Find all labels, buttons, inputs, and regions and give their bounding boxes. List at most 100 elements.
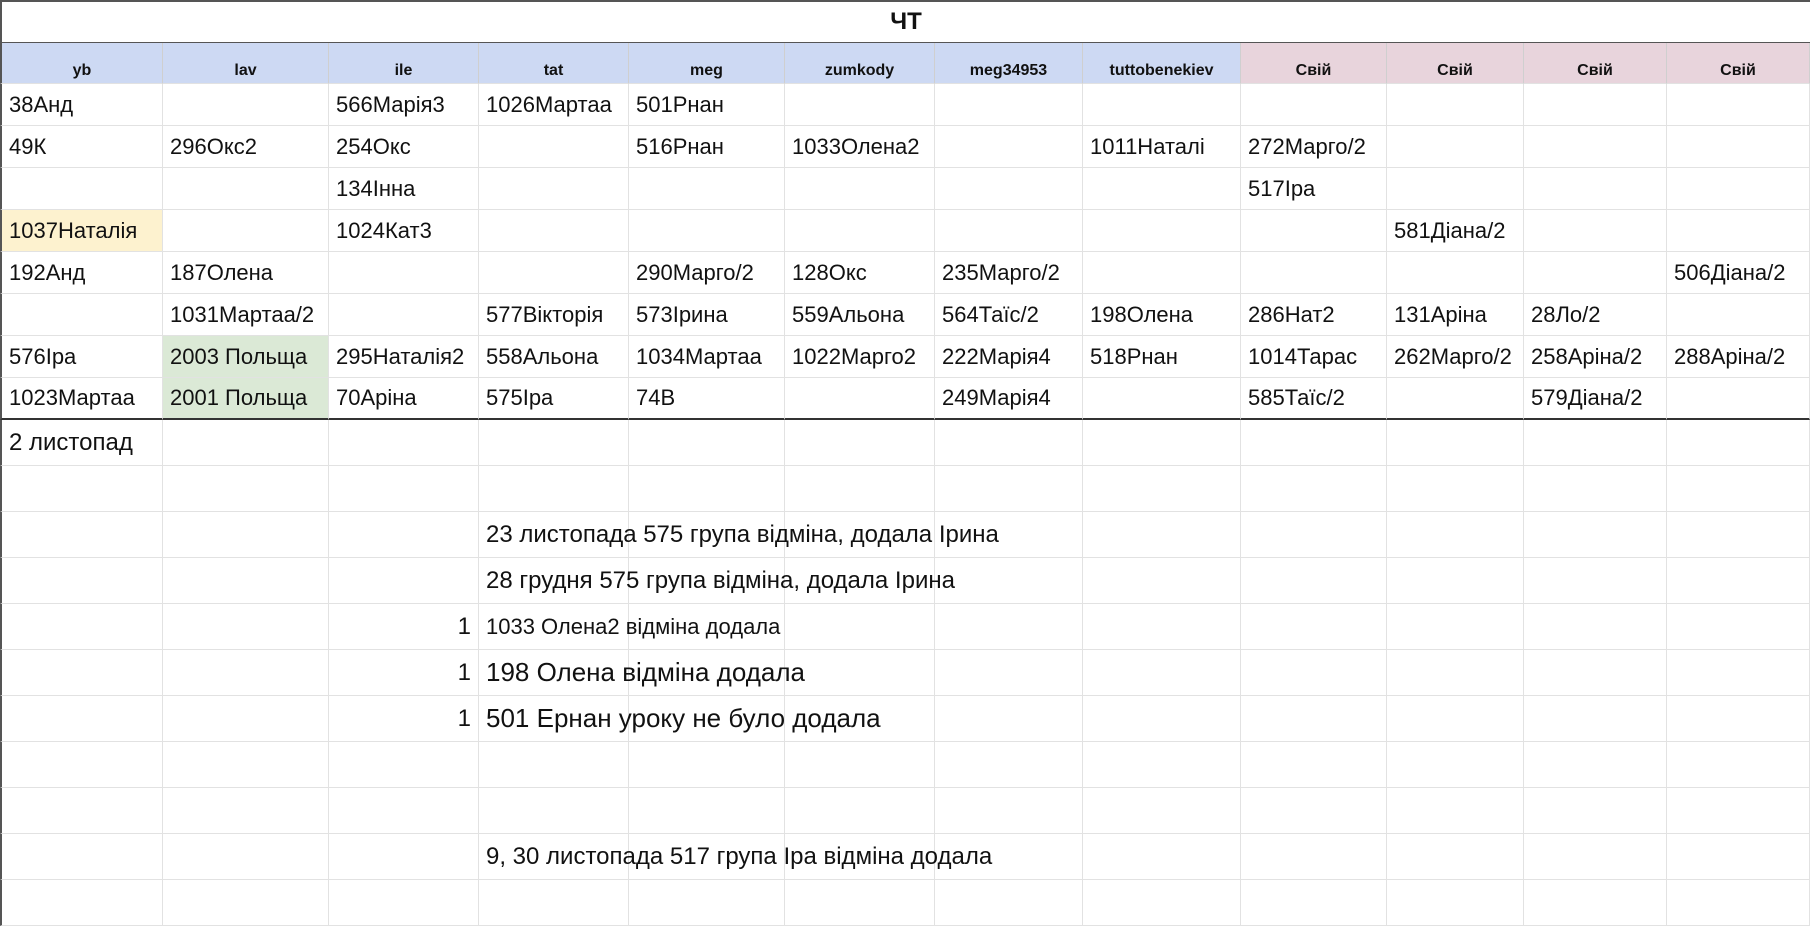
table-cell[interactable] [163,210,329,252]
table-cell[interactable]: 258Аріна/2 [1524,336,1667,378]
table-cell[interactable]: 1014Тарас [1241,336,1387,378]
table-cell[interactable] [785,650,935,696]
table-cell[interactable] [1241,650,1387,696]
table-cell[interactable] [1667,558,1810,604]
table-cell[interactable] [163,168,329,210]
table-cell[interactable] [935,696,1083,742]
table-cell[interactable] [785,210,935,252]
table-cell[interactable]: 2001 Польща [163,378,329,420]
table-cell[interactable] [1241,252,1387,294]
table-cell[interactable] [329,834,479,880]
table-cell[interactable] [1083,420,1241,466]
table-cell[interactable] [1524,466,1667,512]
table-cell[interactable] [1667,84,1810,126]
table-cell[interactable]: 272Марго/2 [1241,126,1387,168]
table-cell[interactable] [1667,512,1810,558]
table-cell[interactable]: 585Таїс/2 [1241,378,1387,420]
table-cell[interactable]: 518Рнан [1083,336,1241,378]
table-cell[interactable] [0,650,163,696]
table-cell[interactable] [163,84,329,126]
column-header[interactable]: yb [0,43,163,84]
note-count[interactable]: 1 [329,696,479,742]
table-cell[interactable]: 575Іра [479,378,629,420]
table-cell[interactable] [1667,126,1810,168]
table-cell[interactable] [785,84,935,126]
table-cell[interactable] [1083,512,1241,558]
table-cell[interactable] [785,378,935,420]
table-cell[interactable] [479,168,629,210]
table-cell[interactable] [935,742,1083,788]
table-cell[interactable] [1241,788,1387,834]
table-cell[interactable] [163,742,329,788]
table-cell[interactable] [1241,558,1387,604]
table-cell[interactable]: 579Діана/2 [1524,378,1667,420]
table-cell[interactable]: 296Окс2 [163,126,329,168]
note-text[interactable]: 9, 30 листопада 517 група Іра відміна до… [479,834,992,880]
table-cell[interactable] [329,466,479,512]
table-cell[interactable] [329,742,479,788]
table-cell[interactable] [1667,604,1810,650]
table-cell[interactable] [935,650,1083,696]
column-header[interactable]: tuttobenekiev [1083,43,1241,84]
table-cell[interactable]: 1031Мартаа/2 [163,294,329,336]
table-cell[interactable] [1667,788,1810,834]
table-cell[interactable] [0,788,163,834]
table-cell[interactable]: 254Окс [329,126,479,168]
table-cell[interactable] [1083,696,1241,742]
table-cell[interactable] [329,788,479,834]
table-cell[interactable] [1241,696,1387,742]
column-header[interactable]: meg [629,43,785,84]
table-cell[interactable] [329,880,479,926]
table-cell[interactable] [163,788,329,834]
table-cell[interactable]: 564Таїс/2 [935,294,1083,336]
table-cell[interactable] [1083,788,1241,834]
table-cell[interactable] [1667,294,1810,336]
table-cell[interactable] [935,466,1083,512]
table-cell[interactable]: 128Окс [785,252,935,294]
table-cell[interactable] [1241,466,1387,512]
table-cell[interactable] [163,604,329,650]
table-cell[interactable] [1387,126,1524,168]
table-cell[interactable] [1387,788,1524,834]
table-cell[interactable] [1524,742,1667,788]
table-cell[interactable]: 187Олена [163,252,329,294]
table-cell[interactable]: 288Аріна/2 [1667,336,1810,378]
table-cell[interactable] [479,742,629,788]
table-cell[interactable] [1667,696,1810,742]
table-cell[interactable] [1241,834,1387,880]
table-cell[interactable] [1524,604,1667,650]
table-cell[interactable] [163,834,329,880]
table-cell[interactable] [1241,512,1387,558]
table-cell[interactable]: 222Марія4 [935,336,1083,378]
table-cell[interactable] [1387,880,1524,926]
table-cell[interactable] [1667,880,1810,926]
table-cell[interactable] [329,294,479,336]
table-cell[interactable] [935,788,1083,834]
table-cell[interactable] [0,880,163,926]
table-cell[interactable]: 192Анд [0,252,163,294]
table-cell[interactable] [785,604,935,650]
table-cell[interactable] [1083,604,1241,650]
table-cell[interactable] [1083,378,1241,420]
table-cell[interactable] [329,420,479,466]
table-cell[interactable] [1387,84,1524,126]
table-cell[interactable] [785,742,935,788]
table-cell[interactable]: 506Діана/2 [1667,252,1810,294]
table-cell[interactable] [163,880,329,926]
table-cell[interactable] [1667,834,1810,880]
table-cell[interactable] [479,210,629,252]
table-cell[interactable] [1667,742,1810,788]
table-cell[interactable]: 576Іра [0,336,163,378]
table-cell[interactable] [1524,558,1667,604]
table-cell[interactable]: 1022Марго2 [785,336,935,378]
table-cell[interactable] [0,742,163,788]
table-cell[interactable] [785,168,935,210]
column-header[interactable]: Свій [1667,43,1810,84]
table-cell[interactable] [1524,252,1667,294]
table-cell[interactable] [1241,84,1387,126]
table-cell[interactable] [1524,126,1667,168]
table-cell[interactable]: 559Альона [785,294,935,336]
table-cell[interactable]: 198Олена [1083,294,1241,336]
table-cell[interactable] [1524,834,1667,880]
table-cell[interactable] [1524,512,1667,558]
